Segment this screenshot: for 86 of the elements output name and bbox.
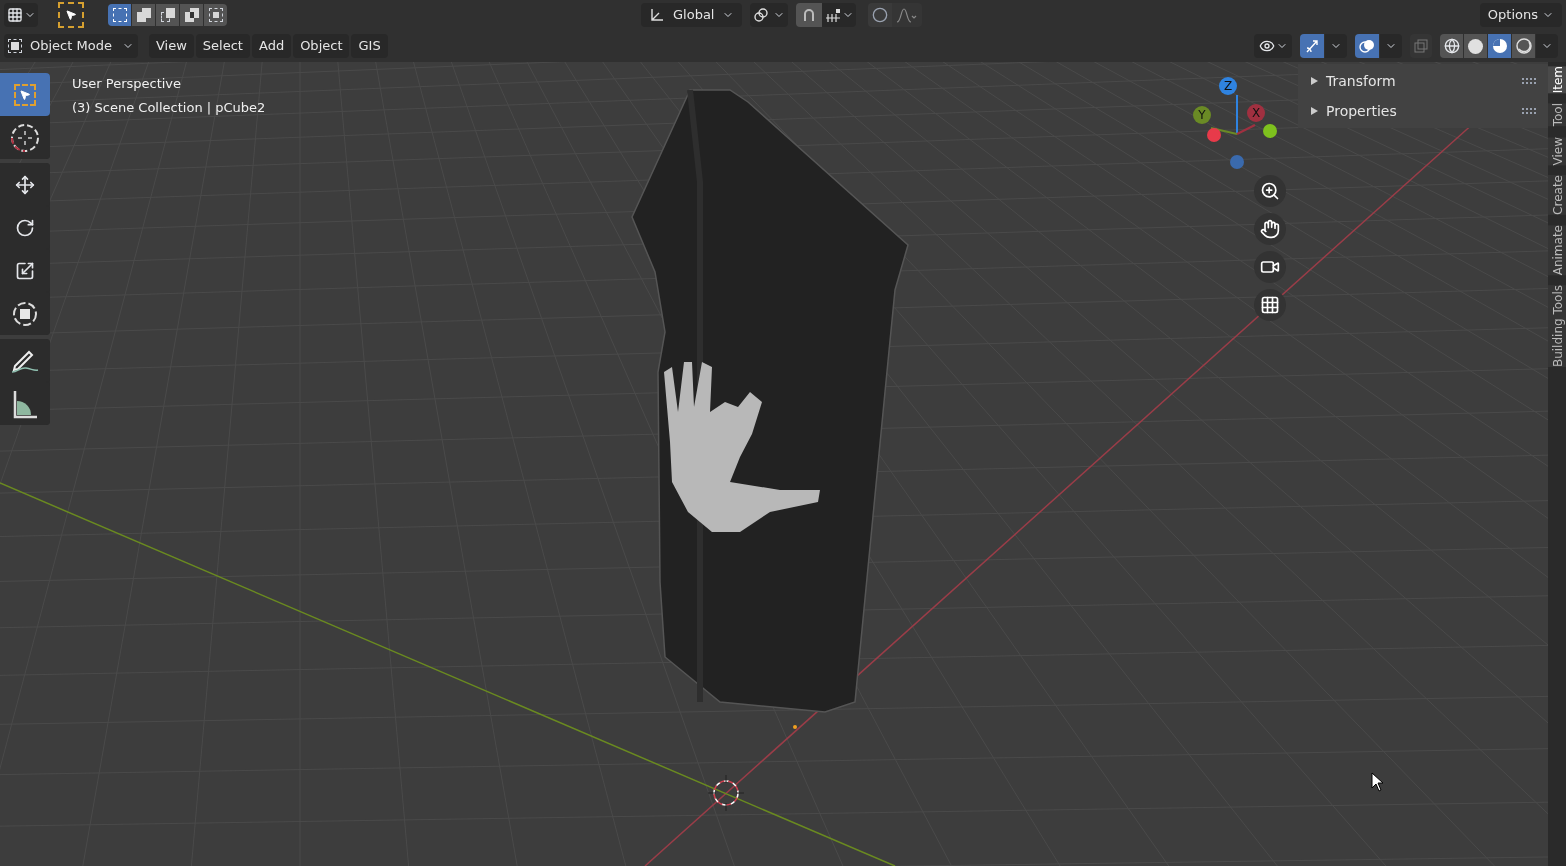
increment-icon: [825, 8, 841, 22]
crosshair-icon: [10, 122, 40, 153]
shading-mode-button[interactable]: [1440, 34, 1463, 58]
visibility-dropdown[interactable]: [1254, 34, 1292, 58]
menu-item[interactable]: View: [149, 34, 194, 58]
dot-circle-icon: [872, 7, 889, 23]
rendered-sphere-icon: [1515, 38, 1532, 54]
xray-toggle[interactable]: [1410, 34, 1432, 58]
menu-item[interactable]: GIS: [351, 34, 388, 58]
selection-mode-button[interactable]: [108, 4, 131, 26]
rotate-icon: [15, 217, 35, 238]
selection-mode-button[interactable]: [132, 4, 155, 26]
selection-mode-button[interactable]: [204, 4, 227, 26]
sidebar-tab[interactable]: Item: [1548, 66, 1566, 94]
origin-dot: [793, 725, 797, 729]
hand-icon: [1260, 219, 1280, 239]
ortho-button[interactable]: [1254, 289, 1286, 321]
x-axis-arm: [1236, 124, 1256, 135]
selection-mode-button[interactable]: [180, 4, 203, 26]
negative-z-dot: [1230, 155, 1244, 169]
y-axis-arm: [1210, 127, 1238, 135]
pivot-dropdown[interactable]: [750, 3, 789, 27]
3d-viewport[interactable]: User Perspective (3) Scene Collection | pCube2 Z Y X Transform Properties: [0, 62, 1548, 866]
zoom-icon: [1260, 181, 1280, 201]
ruler-icon: [11, 388, 39, 419]
3d-cursor-icon: [707, 774, 745, 812]
eye-icon: [1258, 38, 1275, 54]
editor-icon: [6, 7, 23, 23]
sidebar-tab[interactable]: View: [1548, 136, 1566, 166]
camera-button[interactable]: [1254, 251, 1286, 283]
shading-dropdown[interactable]: [1536, 34, 1558, 58]
orientation-dropdown[interactable]: Global: [641, 3, 743, 27]
sidebar-tab[interactable]: Animate: [1548, 225, 1566, 276]
zoom-button[interactable]: [1254, 175, 1286, 207]
axis-handle[interactable]: Y: [1193, 106, 1211, 124]
falloff-curve-icon: [896, 7, 919, 23]
z-axis-arm: [1236, 94, 1238, 135]
select-box-icon: [14, 83, 36, 106]
collection-label: (3) Scene Collection | pCube2: [72, 98, 266, 117]
falloff-dropdown[interactable]: [892, 3, 923, 27]
shading-mode-button[interactable]: [1488, 34, 1511, 58]
panel-header[interactable]: Properties: [1298, 96, 1548, 126]
drag-handle-icon: [1522, 78, 1536, 84]
menu-item[interactable]: Object: [293, 34, 350, 58]
gizmo-dropdown[interactable]: [1325, 34, 1347, 58]
sidebar-tab[interactable]: Create: [1548, 175, 1566, 215]
object-icon: [8, 39, 22, 53]
xray-squares-icon: [1414, 39, 1428, 53]
options-dropdown[interactable]: Options: [1479, 3, 1562, 27]
tool-button[interactable]: [58, 2, 84, 28]
gizmo-arrow-icon: [1304, 38, 1320, 54]
view-name: User Perspective: [72, 75, 183, 93]
pointer-icon: [65, 9, 77, 21]
axis-handle[interactable]: Z: [1219, 77, 1237, 95]
move-icon: [15, 174, 35, 195]
proportional-toggle[interactable]: [868, 3, 893, 27]
negative-y-dot: [1263, 124, 1277, 138]
shading-mode-button[interactable]: [1512, 34, 1535, 58]
overlay-dropdown[interactable]: [1380, 34, 1402, 58]
overlay-toggle[interactable]: [1355, 34, 1379, 58]
axes-icon: [649, 7, 665, 23]
gizmo-toggle[interactable]: [1300, 34, 1324, 58]
disclosure-triangle-icon: [1310, 107, 1318, 115]
snap-toggle[interactable]: [796, 3, 823, 27]
sidebar-tab[interactable]: Building Tools: [1548, 285, 1566, 368]
snap-target-dropdown[interactable]: [822, 3, 857, 27]
selection-mode-button[interactable]: [156, 4, 179, 26]
overlay-circles-icon: [1359, 38, 1375, 54]
menu-item[interactable]: Add: [251, 34, 292, 58]
menu-item[interactable]: Select: [195, 34, 250, 58]
scale-icon: [15, 260, 35, 281]
disclosure-triangle-icon: [1310, 77, 1318, 85]
shading-mode-button[interactable]: [1464, 34, 1487, 58]
mode-dropdown[interactable]: Object Mode: [4, 34, 138, 58]
editor-type-button[interactable]: [4, 3, 38, 27]
negative-x-dot: [1207, 128, 1221, 142]
link-icon: [753, 7, 770, 23]
pan-button[interactable]: [1254, 213, 1286, 245]
material-sphere-icon: [1491, 38, 1508, 54]
wireframe-sphere-icon: [1443, 38, 1460, 54]
drag-handle-icon: [1522, 108, 1536, 114]
mouse-cursor-icon: [1371, 772, 1383, 792]
sidebar-tab[interactable]: Tool: [1548, 103, 1566, 127]
transform-icon: [12, 300, 38, 327]
panel-header[interactable]: Transform: [1298, 66, 1548, 96]
grid-icon: [1260, 295, 1280, 315]
